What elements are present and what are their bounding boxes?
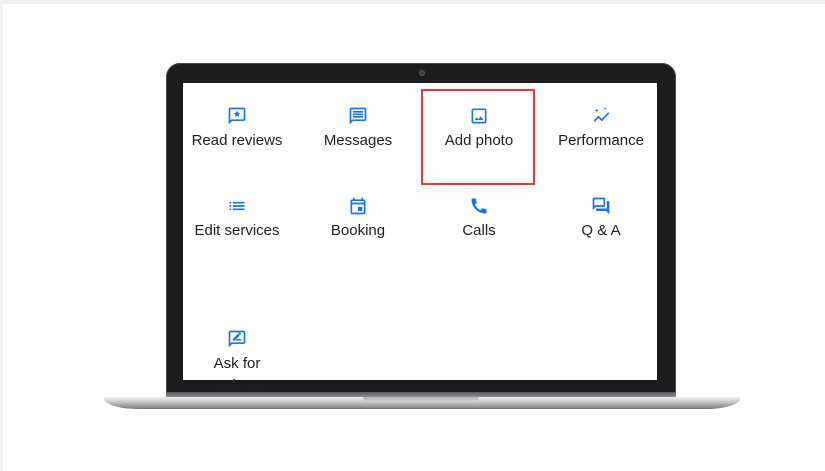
- laptop-base-notch: [363, 397, 479, 402]
- qa-icon: [591, 196, 611, 216]
- message-icon: [348, 106, 368, 126]
- action-performance[interactable]: Performance: [541, 106, 661, 152]
- list-icon: [227, 196, 247, 216]
- add-photo-highlight-box: [421, 89, 535, 185]
- action-label: Calls: [462, 222, 496, 239]
- page-top-border: [0, 0, 825, 4]
- calendar-icon: [348, 196, 368, 216]
- action-q-and-a[interactable]: Q & A: [541, 196, 661, 242]
- page-left-border: [0, 0, 3, 471]
- review-star-icon: [227, 106, 247, 126]
- action-booking[interactable]: Booking: [298, 196, 418, 242]
- action-label: Booking: [330, 222, 386, 239]
- action-messages[interactable]: Messages: [298, 106, 418, 152]
- action-label: Edit services: [194, 222, 280, 239]
- phone-icon: [469, 196, 489, 216]
- performance-sparkle-icon: [591, 106, 611, 126]
- edit-review-icon: [227, 307, 247, 348]
- action-label: Ask for reviews: [211, 355, 263, 394]
- webcam-icon: [419, 70, 425, 76]
- action-calls[interactable]: Calls: [419, 196, 539, 242]
- action-label: Read reviews: [191, 132, 283, 149]
- action-label: Messages: [323, 132, 393, 149]
- action-read-reviews[interactable]: Read reviews: [177, 106, 297, 152]
- action-label: Q & A: [581, 222, 621, 239]
- action-edit-services[interactable]: Edit services: [177, 196, 297, 242]
- action-ask-for-reviews[interactable]: Ask for reviews: [177, 285, 297, 419]
- action-label: Performance: [558, 132, 644, 149]
